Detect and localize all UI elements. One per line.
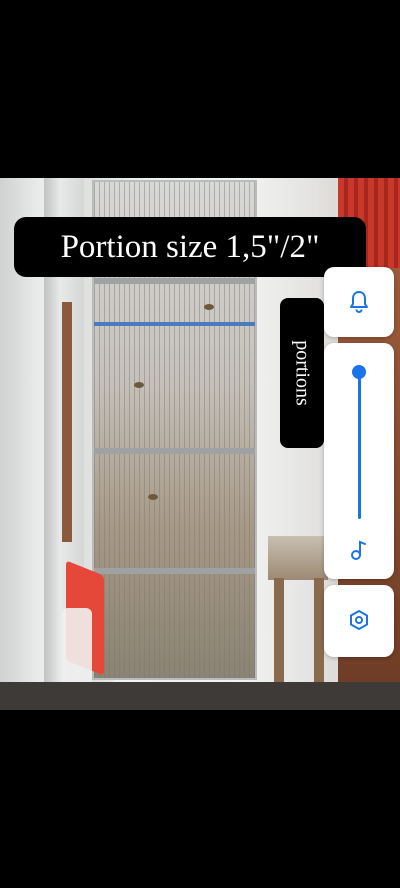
volume-slider-thumb[interactable]	[352, 365, 366, 379]
bird	[148, 494, 158, 500]
bird	[134, 382, 144, 388]
bell-icon	[348, 289, 370, 313]
floor	[0, 682, 400, 710]
volume-panel	[324, 267, 396, 657]
bird	[204, 304, 214, 310]
rotated-caption: portions	[280, 298, 324, 448]
ringer-mode-button[interactable]	[324, 267, 394, 337]
volume-slider-card	[324, 343, 394, 579]
sound-settings-button[interactable]	[324, 585, 394, 657]
settings-hexagon-icon	[348, 609, 370, 631]
volume-slider-track[interactable]	[358, 367, 361, 519]
portion-size-caption: Portion size 1,5"/2"	[14, 217, 366, 277]
stool-top	[268, 536, 328, 580]
rotated-caption-text: portions	[291, 340, 314, 406]
cage-shelf	[94, 278, 255, 284]
cage-shelf	[94, 322, 255, 326]
cage-shelf	[94, 568, 255, 574]
cage-shelf	[94, 448, 255, 454]
caption-text: Portion size 1,5"/2"	[60, 228, 320, 265]
music-note-icon[interactable]	[349, 539, 369, 561]
door-frame	[62, 302, 72, 542]
